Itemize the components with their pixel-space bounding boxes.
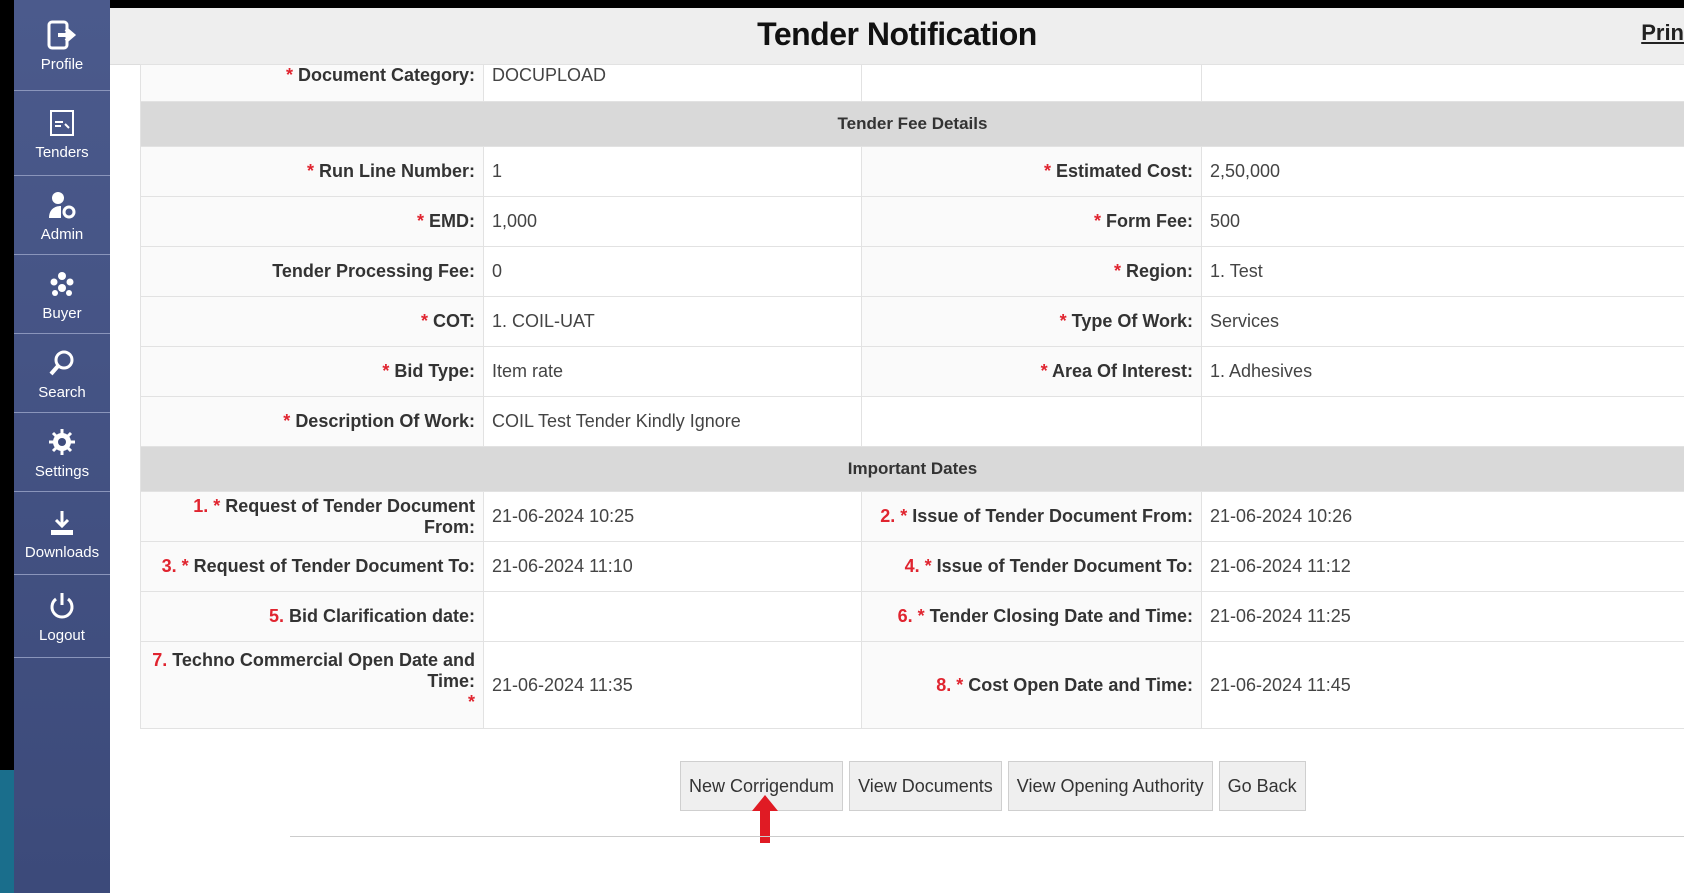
search-icon bbox=[45, 346, 79, 380]
sidebar-item-label: Profile bbox=[40, 55, 84, 73]
field-label: 7. Techno Commercial Open Date and Time:… bbox=[140, 641, 484, 729]
view-documents-button[interactable]: View Documents bbox=[849, 761, 1002, 811]
logout-arrow-icon bbox=[45, 18, 79, 52]
user-gear-icon bbox=[45, 188, 79, 222]
sidebar-item-search[interactable]: Search bbox=[14, 334, 110, 413]
table-row: * EMD: 1,000 * Form Fee: 500 bbox=[140, 196, 1684, 247]
sidebar-item-tenders[interactable]: Tenders bbox=[14, 91, 110, 176]
sidebar-item-admin[interactable]: Admin bbox=[14, 176, 110, 255]
field-label: 5. Bid Clarification date: bbox=[140, 591, 484, 642]
field-value: 1. Test bbox=[1201, 246, 1684, 297]
field-label: * Type Of Work: bbox=[861, 296, 1202, 347]
field-value: 1 bbox=[483, 146, 862, 197]
field-value: Item rate bbox=[483, 346, 862, 397]
field-value: 21-06-2024 11:25 bbox=[1201, 591, 1684, 642]
sidebar-item-label: Tenders bbox=[35, 143, 89, 161]
field-value: 0 bbox=[483, 246, 862, 297]
view-opening-authority-button[interactable]: View Opening Authority bbox=[1007, 761, 1213, 811]
go-back-button[interactable]: Go Back bbox=[1218, 761, 1306, 811]
sidebar-item-label: Downloads bbox=[24, 543, 100, 561]
date-rows: 1. * Request of Tender Document From: 21-… bbox=[140, 491, 1684, 642]
accent-strip bbox=[0, 770, 14, 893]
tender-details: * Document Category: DOCUPLOAD Tender Fe… bbox=[140, 64, 1684, 729]
field-value: 21-06-2024 11:35 bbox=[483, 641, 862, 729]
sidebar-item-profile[interactable]: Profile bbox=[14, 0, 110, 91]
sidebar-item-label: Admin bbox=[40, 225, 84, 243]
field-value bbox=[483, 591, 862, 642]
section-header: Important Dates bbox=[140, 446, 1684, 492]
field-value: 21-06-2024 11:10 bbox=[483, 541, 862, 592]
table-row: 5. Bid Clarification date: 6. * Tender Cl… bbox=[140, 591, 1684, 642]
field-label: * COT: bbox=[140, 296, 484, 347]
field-value: 21-06-2024 11:12 bbox=[1201, 541, 1684, 592]
page-title: Tender Notification bbox=[757, 16, 1037, 52]
field-label: 8. * Cost Open Date and Time: bbox=[861, 641, 1202, 729]
field-value: 1. COIL-UAT bbox=[483, 296, 862, 347]
main-content: Tender Notification Prin * Document Cate… bbox=[110, 8, 1684, 893]
field-label: Tender Processing Fee: bbox=[140, 246, 484, 297]
field-label: * Area Of Interest: bbox=[861, 346, 1202, 397]
table-row: 3. * Request of Tender Document To: 21-06… bbox=[140, 541, 1684, 592]
sidebar-item-label: Settings bbox=[34, 462, 90, 480]
sidebar-item-label: Search bbox=[38, 383, 86, 401]
table-row: * COT: 1. COIL-UAT * Type Of Work: Services bbox=[140, 296, 1684, 347]
field-value: Services bbox=[1201, 296, 1684, 347]
title-bar: Tender Notification Prin bbox=[110, 8, 1684, 65]
field-label: * Description Of Work: bbox=[140, 396, 484, 447]
field-value: 21-06-2024 11:45 bbox=[1201, 641, 1684, 729]
field-label: 1. * Request of Tender Document From: bbox=[140, 491, 484, 542]
download-icon bbox=[45, 506, 79, 540]
sidebar-item-settings[interactable]: Settings bbox=[14, 413, 110, 492]
table-row: * Run Line Number: 1 * Estimated Cost: 2,50… bbox=[140, 146, 1684, 197]
fee-rows: * Run Line Number: 1 * Estimated Cost: 2,50… bbox=[140, 146, 1684, 397]
field-label: * Form Fee: bbox=[861, 196, 1202, 247]
field-value: 21-06-2024 10:26 bbox=[1201, 491, 1684, 542]
sidebar-item-label: Logout bbox=[39, 626, 85, 644]
field-value: DOCUPLOAD bbox=[483, 64, 862, 102]
field-label: * Document Category: bbox=[140, 64, 484, 102]
field-label: 2. * Issue of Tender Document From: bbox=[861, 491, 1202, 542]
field-label: * EMD: bbox=[140, 196, 484, 247]
tender-details-table: * Document Category: DOCUPLOAD Tender Fe… bbox=[140, 64, 1684, 729]
field-label: * Bid Type: bbox=[140, 346, 484, 397]
field-label: 6. * Tender Closing Date and Time: bbox=[861, 591, 1202, 642]
table-row: * Document Category: DOCUPLOAD bbox=[140, 64, 1684, 102]
field-value: 2,50,000 bbox=[1201, 146, 1684, 197]
table-row: * Bid Type: Item rate * Area Of Interest: 1… bbox=[140, 346, 1684, 397]
field-label: * Estimated Cost: bbox=[861, 146, 1202, 197]
sidebar-item-buyer[interactable]: Buyer bbox=[14, 255, 110, 334]
field-value: COIL Test Tender Kindly Ignore bbox=[483, 396, 862, 447]
field-label: 4. * Issue of Tender Document To: bbox=[861, 541, 1202, 592]
group-icon bbox=[45, 267, 79, 301]
field-value: 1. Adhesives bbox=[1201, 346, 1684, 397]
table-row: 1. * Request of Tender Document From: 21-… bbox=[140, 491, 1684, 542]
section-header: Tender Fee Details bbox=[140, 101, 1684, 147]
print-link[interactable]: Prin bbox=[1641, 20, 1684, 46]
field-value: 21-06-2024 10:25 bbox=[483, 491, 862, 542]
sidebar: Profile Tenders Admin Buyer Search Setti… bbox=[14, 0, 110, 893]
table-row: Tender Processing Fee: 0 * Region: 1. Test bbox=[140, 246, 1684, 297]
sidebar-item-logout[interactable]: Logout bbox=[14, 575, 110, 658]
field-label: * Region: bbox=[861, 246, 1202, 297]
field-label: 3. * Request of Tender Document To: bbox=[140, 541, 484, 592]
field-value: 500 bbox=[1201, 196, 1684, 247]
table-row: 7. Techno Commercial Open Date and Time:… bbox=[140, 641, 1684, 729]
field-value: 1,000 bbox=[483, 196, 862, 247]
sidebar-item-label: Buyer bbox=[42, 304, 82, 322]
field-label: * Run Line Number: bbox=[140, 146, 484, 197]
table-row: * Description Of Work: COIL Test Tender … bbox=[140, 396, 1684, 447]
divider bbox=[290, 836, 1684, 837]
power-icon bbox=[45, 589, 79, 623]
gear-icon bbox=[45, 425, 79, 459]
sidebar-item-downloads[interactable]: Downloads bbox=[14, 492, 110, 575]
document-icon bbox=[45, 106, 79, 140]
